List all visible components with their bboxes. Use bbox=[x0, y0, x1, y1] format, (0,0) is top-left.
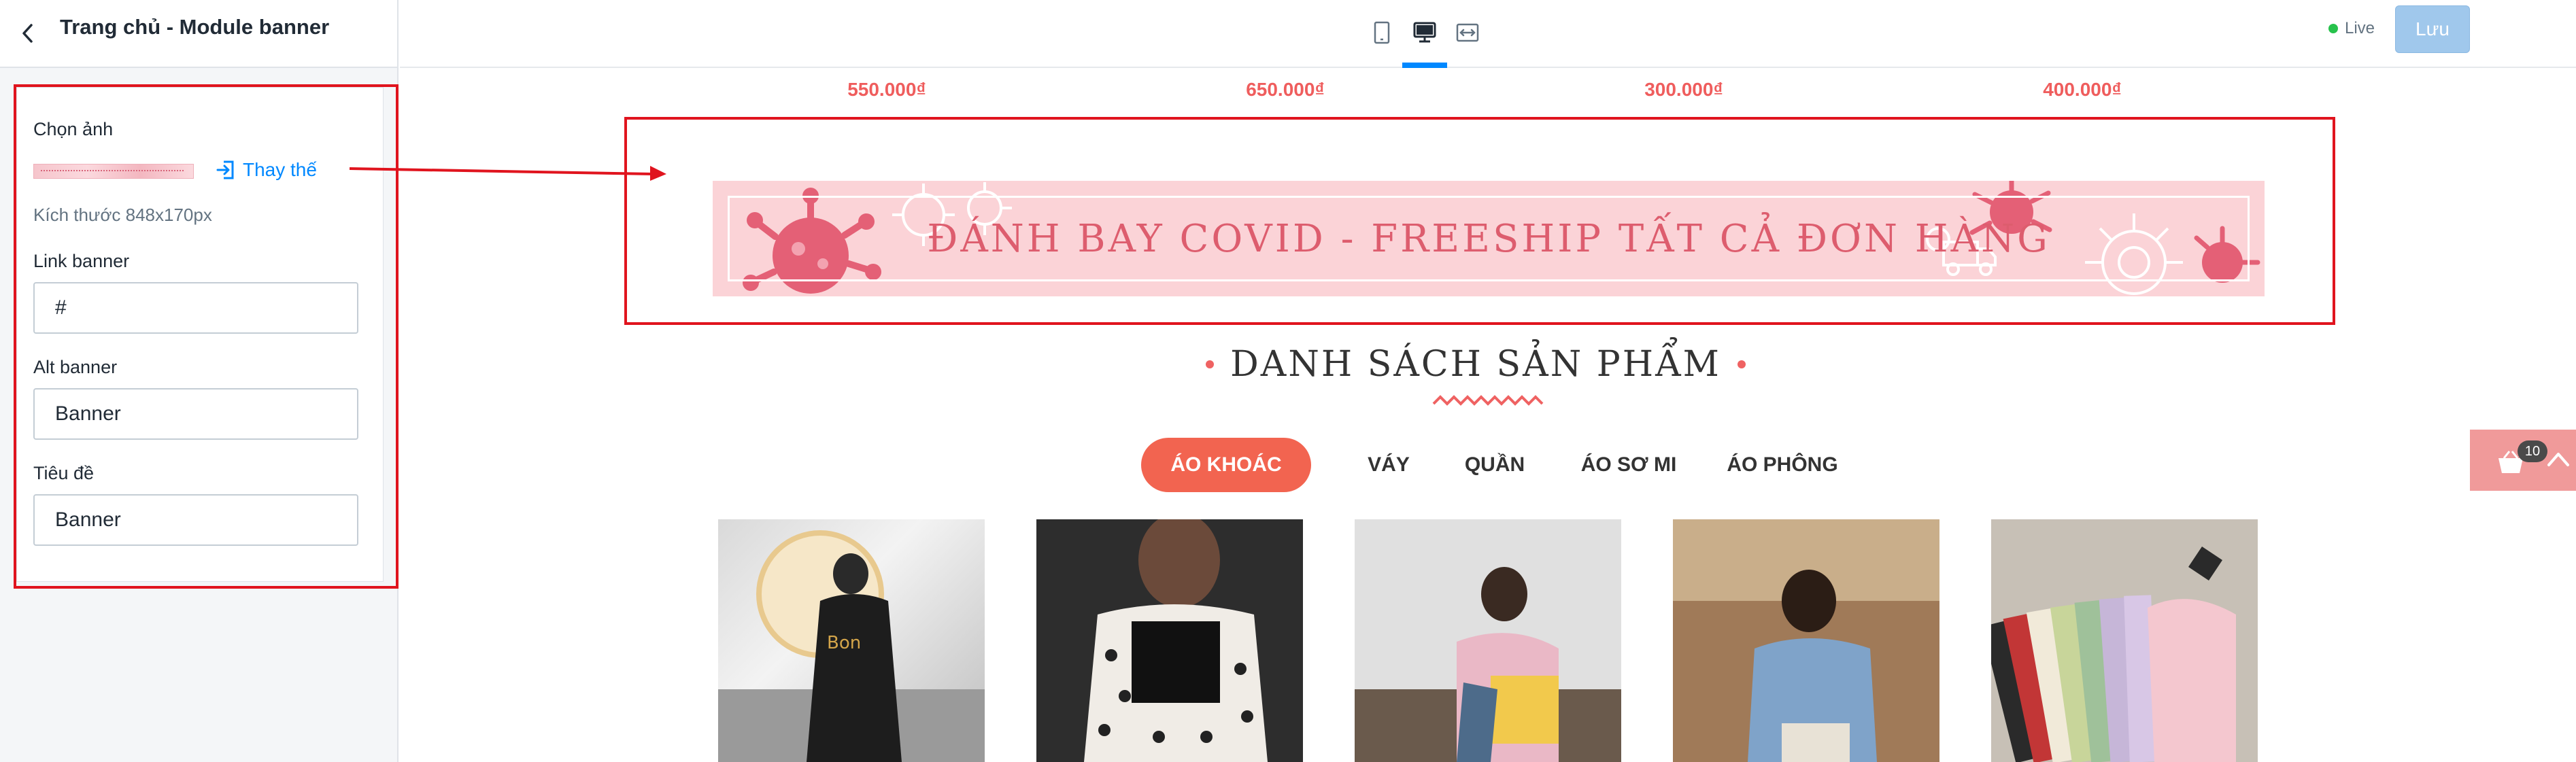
mobile-view-button[interactable] bbox=[1366, 16, 1398, 49]
product-price: 650.000₫ bbox=[1246, 79, 1325, 100]
chevron-up-icon[interactable] bbox=[2546, 449, 2571, 469]
chevron-left-icon bbox=[22, 24, 33, 43]
product-photo: Bon bbox=[718, 530, 985, 762]
live-status-dot bbox=[2328, 24, 2338, 33]
desktop-icon bbox=[1413, 22, 1436, 43]
product-photo bbox=[1036, 519, 1303, 762]
svg-text:Bon: Bon bbox=[827, 633, 861, 653]
product-price: 400.000₫ bbox=[2043, 79, 2122, 100]
tab-ao-phong[interactable]: ÁO PHÔNG bbox=[1718, 438, 1847, 492]
expand-width-icon bbox=[1456, 23, 1479, 42]
live-status: Live bbox=[2328, 19, 2375, 38]
product-image[interactable]: Bon bbox=[718, 519, 985, 762]
product-photo bbox=[1673, 519, 1939, 762]
settings-sidebar: Trang chủ - Module banner Chọn ảnh Thay … bbox=[0, 0, 399, 762]
product-price: 550.000₫ bbox=[847, 79, 926, 100]
product-photo bbox=[1991, 519, 2258, 762]
fullwidth-view-button[interactable] bbox=[1451, 16, 1484, 49]
tab-ao-khoac[interactable]: ÁO KHOÁC bbox=[1141, 438, 1311, 492]
tab-quan[interactable]: QUẦN bbox=[1454, 438, 1536, 492]
heading-dot bbox=[1206, 360, 1215, 368]
editor-toolbar bbox=[400, 0, 2576, 68]
live-label: Live bbox=[2345, 19, 2375, 37]
product-price: 300.000₫ bbox=[1644, 79, 1723, 100]
section-title: DANH SÁCH SẢN PHẨM bbox=[1230, 344, 1721, 385]
product-image[interactable] bbox=[1991, 519, 2258, 762]
panel-header: Trang chủ - Module banner bbox=[0, 0, 397, 68]
tab-vay[interactable]: VÁY bbox=[1355, 438, 1423, 492]
promo-banner[interactable]: ĐÁNH BAY COVID - FREESHIP TẤT CẢ ĐƠN HÀN… bbox=[713, 181, 2265, 296]
save-button[interactable]: Lưu bbox=[2395, 5, 2470, 53]
back-button[interactable] bbox=[12, 18, 44, 49]
section-heading: DANH SÁCH SẢN PHẨM bbox=[1197, 344, 1755, 385]
mobile-icon bbox=[1374, 21, 1390, 44]
annotation-arrow bbox=[349, 166, 666, 181]
desktop-view-button[interactable] bbox=[1408, 16, 1441, 49]
product-image[interactable] bbox=[1673, 519, 1939, 762]
zigzag-divider bbox=[1432, 395, 1544, 406]
floating-cart-widget[interactable]: 10 bbox=[2470, 430, 2576, 491]
product-image[interactable] bbox=[1036, 519, 1303, 762]
highlight-box-settings bbox=[14, 84, 399, 589]
heading-dot bbox=[1737, 360, 1746, 368]
panel-title: Trang chủ - Module banner bbox=[60, 15, 330, 39]
product-photo bbox=[1355, 519, 1621, 762]
cart-count-badge: 10 bbox=[2518, 440, 2547, 462]
product-image[interactable] bbox=[1355, 519, 1621, 762]
tab-ao-so-mi[interactable]: ÁO SƠ MI bbox=[1571, 438, 1687, 492]
banner-text: ĐÁNH BAY COVID - FREESHIP TẤT CẢ ĐƠN HÀN… bbox=[927, 216, 2050, 261]
active-device-indicator bbox=[1402, 63, 1447, 68]
